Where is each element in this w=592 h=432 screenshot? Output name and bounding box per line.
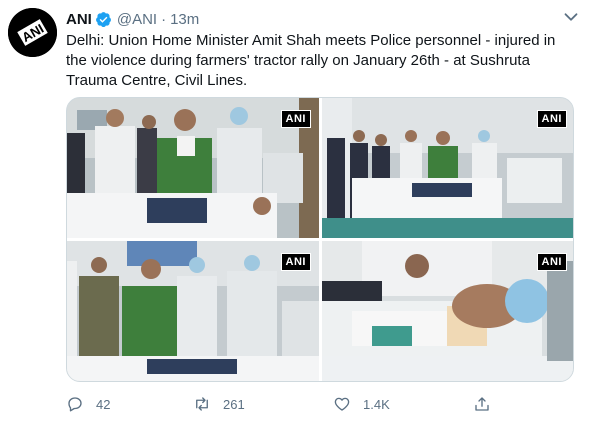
timestamp[interactable]: 13m (170, 11, 199, 28)
photo-2[interactable]: ANI (322, 98, 573, 238)
verified-badge-icon (95, 11, 111, 27)
reply-icon (68, 397, 82, 412)
watermark: ANI (280, 253, 311, 271)
share-button[interactable] (473, 393, 503, 415)
tweet-header: ANI @ANI · 13m (66, 9, 562, 29)
heart-icon (334, 397, 350, 411)
action-bar: 42 261 1.4K (66, 393, 574, 415)
media-grid: ANI ANI ANI ANI (66, 97, 574, 382)
retweet-count: 261 (223, 396, 245, 412)
separator-dot: · (161, 10, 167, 28)
watermark: ANI (536, 110, 567, 128)
tweet[interactable]: ANI ANI @ANI · 13m Delhi: Union Home Min… (0, 0, 592, 432)
reply-button[interactable]: 42 (66, 393, 110, 415)
watermark: ANI (280, 110, 311, 128)
author-avatar[interactable]: ANI (8, 8, 57, 57)
like-count: 1.4K (363, 396, 390, 412)
author-handle[interactable]: @ANI (117, 11, 157, 28)
ani-logo: ANI (8, 8, 57, 57)
photo-4[interactable]: ANI (322, 241, 573, 381)
like-button[interactable]: 1.4K (333, 393, 390, 415)
retweet-button[interactable]: 261 (193, 393, 245, 415)
watermark: ANI (536, 253, 567, 271)
tweet-text: Delhi: Union Home Minister Amit Shah mee… (66, 32, 556, 89)
reply-count: 42 (96, 396, 111, 412)
author-name[interactable]: ANI (66, 11, 92, 28)
retweet-icon (196, 397, 208, 411)
more-options-icon[interactable] (560, 6, 582, 28)
share-icon (475, 397, 489, 411)
photo-3[interactable]: ANI (67, 241, 319, 381)
photo-1[interactable]: ANI (67, 98, 319, 238)
